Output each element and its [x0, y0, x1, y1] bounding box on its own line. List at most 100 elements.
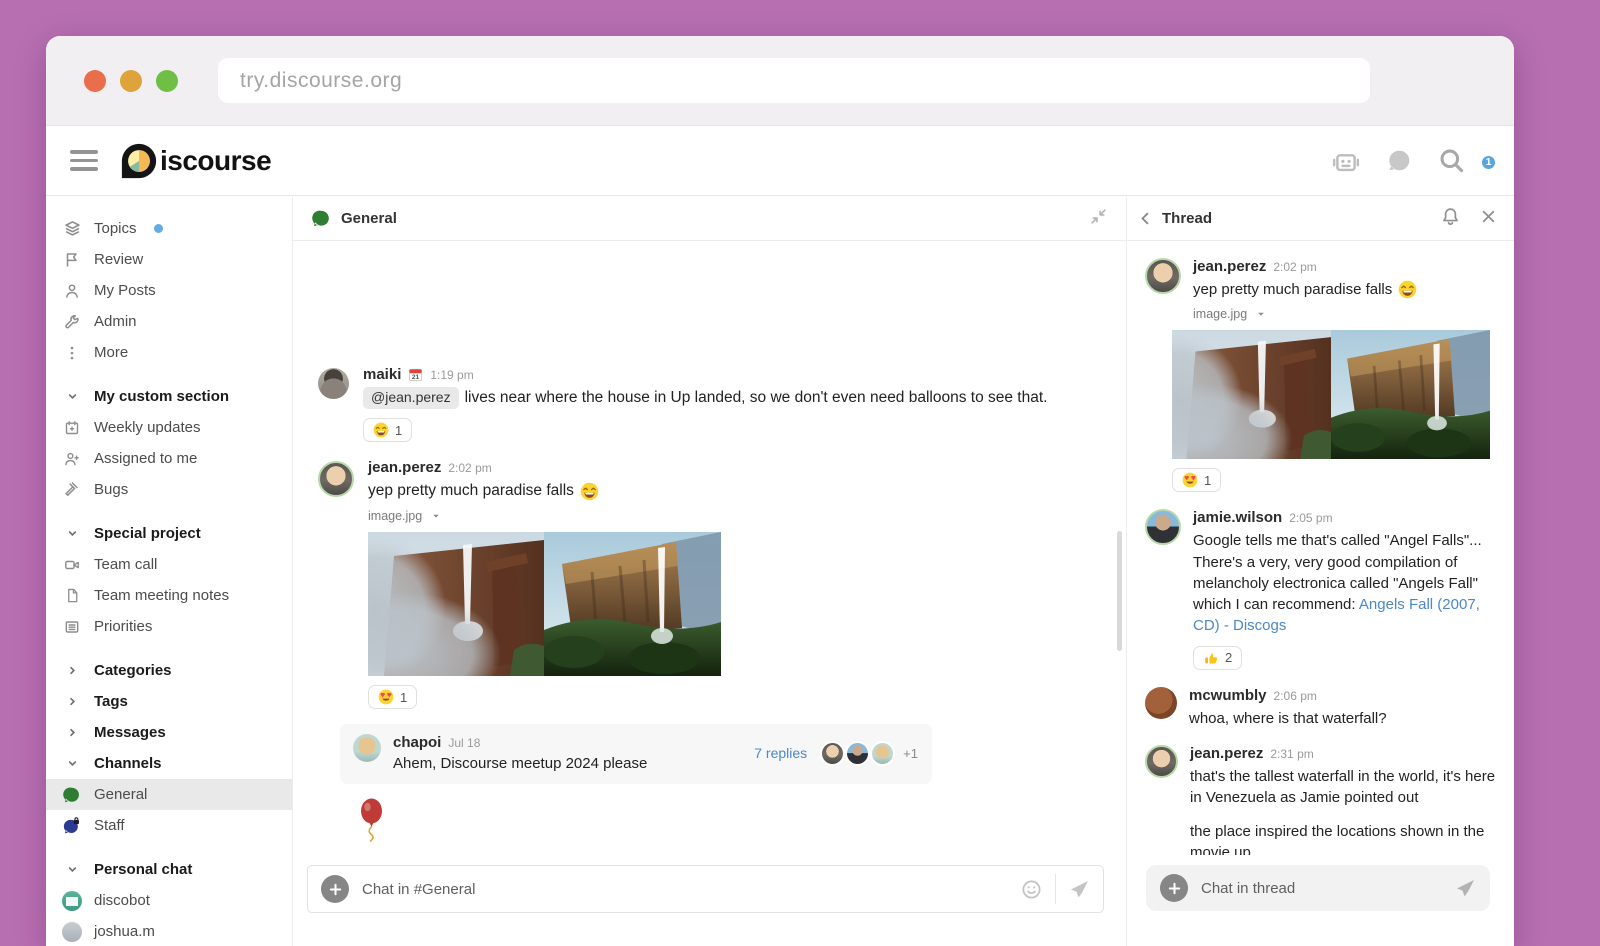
- sidebar-item-admin[interactable]: Admin: [46, 306, 292, 337]
- thread-message-input[interactable]: [1201, 880, 1442, 897]
- message-list[interactable]: maiki 21 1:19 pm @jean.perez lives near …: [293, 241, 1126, 853]
- sidebar-section-categories[interactable]: Categories: [46, 655, 292, 686]
- minimize-window-button[interactable]: [120, 70, 142, 92]
- send-icon[interactable]: [1069, 879, 1090, 900]
- paradise-falls-image[interactable]: [1172, 330, 1331, 459]
- sidebar-item-joshua-m[interactable]: joshua.m: [46, 916, 292, 946]
- sidebar-item-channel-general[interactable]: General: [46, 779, 292, 810]
- sidebar-item-label: Priorities: [94, 618, 152, 635]
- sidebar-item-label: Admin: [94, 313, 137, 330]
- layers-icon: [63, 220, 81, 238]
- sidebar-item-my-posts[interactable]: My Posts: [46, 275, 292, 306]
- paradise-falls-image[interactable]: [368, 532, 544, 676]
- attachment-toggle[interactable]: image.jpg: [368, 509, 721, 523]
- message-username[interactable]: mcwumbly: [1189, 687, 1267, 704]
- sidebar-section-special-project[interactable]: Special project: [46, 518, 292, 549]
- avatar[interactable]: [1145, 687, 1177, 719]
- sidebar-item-channel-staff[interactable]: Staff: [46, 810, 292, 841]
- search-icon[interactable]: [1438, 147, 1465, 174]
- bell-icon[interactable]: [1441, 207, 1460, 231]
- sidebar-section-messages[interactable]: Messages: [46, 717, 292, 748]
- sidebar-item-team-call[interactable]: Team call: [46, 549, 292, 580]
- sidebar-item-weekly-updates[interactable]: Weekly updates: [46, 412, 292, 443]
- sidebar-item-label: My Posts: [94, 282, 156, 299]
- thread-preview-chapoi[interactable]: chapoi Jul 18 Ahem, Discourse meetup 202…: [340, 724, 932, 784]
- add-attachment-button[interactable]: [321, 875, 349, 903]
- message-username[interactable]: jean.perez: [1193, 258, 1266, 275]
- add-attachment-button[interactable]: [1160, 874, 1188, 902]
- unread-dot: [154, 224, 163, 233]
- message-username[interactable]: maiki: [363, 366, 401, 383]
- close-icon[interactable]: [1480, 208, 1497, 230]
- sidebar-item-team-meeting-notes[interactable]: Team meeting notes: [46, 580, 292, 611]
- sidebar-section-channels[interactable]: Channels: [46, 748, 292, 779]
- maximize-window-button[interactable]: [156, 70, 178, 92]
- angel-falls-image[interactable]: [544, 532, 721, 676]
- attached-images[interactable]: [368, 532, 721, 676]
- attachment-toggle[interactable]: image.jpg: [1193, 307, 1417, 321]
- section-title: Channels: [94, 755, 162, 772]
- thumbs-up-emoji: [1203, 650, 1219, 666]
- section-title: Tags: [94, 693, 128, 710]
- thread-replies-link[interactable]: 7 replies: [754, 745, 807, 761]
- attached-images[interactable]: [1172, 330, 1498, 459]
- reaction-laughing[interactable]: 1: [363, 418, 412, 442]
- message-timestamp: 2:06 pm: [1274, 689, 1317, 703]
- chevron-down-icon: [63, 388, 81, 406]
- send-icon[interactable]: [1455, 878, 1476, 899]
- sidebar-item-label: Topics: [94, 220, 137, 237]
- avatar[interactable]: [1145, 745, 1178, 778]
- channel-header: General: [293, 197, 1126, 241]
- reaction-count: 1: [400, 690, 407, 705]
- participant-avatar: [870, 741, 895, 766]
- angel-falls-image[interactable]: [1331, 330, 1490, 459]
- sidebar-item-bugs[interactable]: Bugs: [46, 474, 292, 505]
- section-title: Special project: [94, 525, 201, 542]
- user-mention[interactable]: @jean.perez: [363, 387, 459, 409]
- close-window-button[interactable]: [84, 70, 106, 92]
- sidebar-section-personal-chat[interactable]: Personal chat: [46, 854, 292, 885]
- emoji-picker-icon[interactable]: [1021, 879, 1042, 900]
- sidebar-item-priorities[interactable]: Priorities: [46, 611, 292, 642]
- avatar[interactable]: [318, 461, 354, 497]
- reaction-heart-eyes[interactable]: 1: [1172, 468, 1221, 492]
- url-bar[interactable]: try.discourse.org: [218, 58, 1370, 103]
- message-username[interactable]: jean.perez: [368, 459, 441, 476]
- thread-message-list[interactable]: jean.perez 2:02 pm yep pretty much parad…: [1127, 241, 1514, 855]
- sidebar-section-my-custom-section[interactable]: My custom section: [46, 381, 292, 412]
- message-username[interactable]: jamie.wilson: [1193, 509, 1282, 526]
- scrollbar-thumb[interactable]: [1117, 531, 1122, 651]
- reaction-heart-eyes[interactable]: 1: [368, 685, 417, 709]
- avatar[interactable]: [318, 368, 349, 399]
- chat-bubble-green-icon: [312, 209, 331, 228]
- sidebar-item-assigned-to-me[interactable]: Assigned to me: [46, 443, 292, 474]
- message-username[interactable]: jean.perez: [1190, 745, 1263, 762]
- avatar[interactable]: [1145, 258, 1181, 294]
- channel-message-input[interactable]: [362, 881, 1008, 898]
- back-icon[interactable]: [1137, 210, 1154, 227]
- sidebar-section-tags[interactable]: Tags: [46, 686, 292, 717]
- calendar-emoji: 21: [408, 367, 423, 382]
- participant-avatar: [845, 741, 870, 766]
- collapse-icon[interactable]: [1090, 208, 1107, 230]
- chat-bubble-green-icon: [63, 786, 81, 804]
- sidebar-item-topics[interactable]: Topics: [46, 213, 292, 244]
- message-timestamp: 2:02 pm: [1273, 260, 1316, 274]
- chat-icon[interactable]: [1386, 147, 1413, 174]
- channel-pane-general: General maiki 21 1:19 pm: [293, 197, 1127, 946]
- sidebar-item-review[interactable]: Review: [46, 244, 292, 275]
- avatar[interactable]: [1145, 509, 1181, 545]
- reaction-thumbs-up[interactable]: 2: [1193, 646, 1242, 670]
- flag-icon: [63, 251, 81, 269]
- bot-icon[interactable]: [1331, 148, 1361, 174]
- message-username[interactable]: chapoi: [393, 734, 441, 751]
- hamburger-menu-icon[interactable]: [70, 150, 98, 171]
- avatar[interactable]: [353, 734, 381, 762]
- section-title: My custom section: [94, 388, 229, 405]
- discourse-logo[interactable]: iscourse: [120, 142, 271, 180]
- sidebar-item-more[interactable]: More: [46, 337, 292, 368]
- sidebar-item-discobot[interactable]: discobot: [46, 885, 292, 916]
- message-timestamp: Jul 18: [448, 736, 480, 750]
- thread-message-mcwumbly: mcwumbly 2:06 pm whoa, where is that wat…: [1145, 687, 1498, 729]
- chevron-down-icon: [63, 525, 81, 543]
